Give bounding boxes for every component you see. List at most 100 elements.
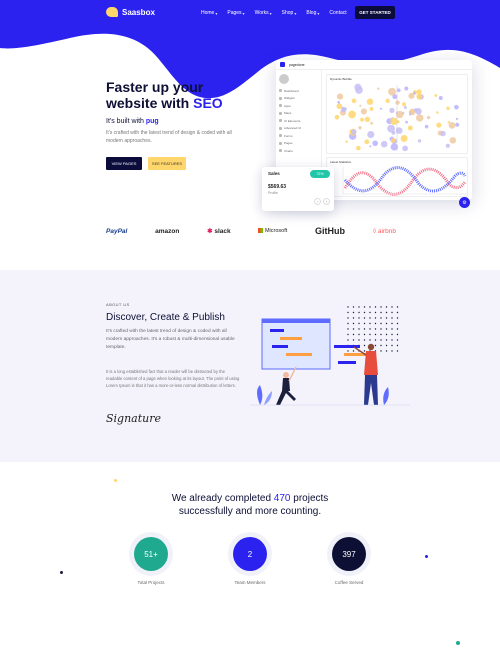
brand-paypal: PayPal xyxy=(106,227,128,235)
brand-amazon: amazon xyxy=(155,227,180,235)
hero-subtitle: It's built with pug xyxy=(106,118,159,125)
menu-icon xyxy=(279,104,282,108)
stats-title-line2: successfully and more counting. xyxy=(178,506,322,517)
brand-label: Microsoft xyxy=(264,228,288,234)
brand-microsoft: Microsoft xyxy=(258,228,287,234)
sidebar-item: Forms xyxy=(279,132,318,140)
hero-title-accent: SEO xyxy=(193,95,223,111)
hero-title: Faster up your website with SEO xyxy=(106,79,256,111)
brand-airbnb: ◊ airbnb xyxy=(373,228,396,235)
stat-circle: 51+ xyxy=(134,537,168,571)
sales-percentage-badge: 72% xyxy=(310,170,330,178)
sidebar-item: Advanced UI xyxy=(279,125,318,133)
menu-label: Pages xyxy=(227,10,242,16)
stat-coffee-served: 397 Coffee Served xyxy=(324,537,374,585)
about-illustration xyxy=(250,306,410,406)
brand-label: slack xyxy=(214,228,231,235)
sidebar-item: UI Elements xyxy=(279,117,318,125)
avatar xyxy=(279,74,289,84)
stat-label: Team Members xyxy=(234,580,266,585)
sidebar-item-label: Advanced UI xyxy=(284,126,302,131)
sidebar-item-label: Pages xyxy=(284,141,293,146)
sales-nav: ‹ › xyxy=(314,198,330,205)
menu-icon xyxy=(279,119,282,123)
sidebar-item-label: Apps xyxy=(284,103,291,108)
chevron-right-icon[interactable]: › xyxy=(323,198,330,205)
sales-card: Sales 72% $569.63 Profile ‹ › xyxy=(262,167,334,211)
chevron-down-icon: ▾ xyxy=(242,10,245,16)
stat-total-projects: 51+ Total Projects xyxy=(126,537,176,585)
brand-logo[interactable]: Saasbox xyxy=(106,7,155,17)
bubble-chart-panel: Dynamic Bubble xyxy=(326,74,468,154)
view-pages-button[interactable]: VIEW PAGES xyxy=(106,157,142,170)
dashboard-brand: pagedone xyxy=(289,62,305,67)
panel-title: Latest Statistics xyxy=(330,160,352,164)
brand-logos-row: PayPal amazon ✱ slack Microsoft GitHub ◊… xyxy=(106,226,396,236)
brand-github: GitHub xyxy=(315,226,346,236)
menu-icon xyxy=(279,96,282,100)
hero-section: Saasbox Home ▾ Pages ▾ Works ▾ Shop ▾ Blog ▾ … xyxy=(0,0,500,270)
sales-value: $569.63 xyxy=(268,184,287,190)
logo-mark-icon xyxy=(106,7,118,17)
menu-item-pages[interactable]: Pages ▾ xyxy=(227,10,244,16)
menu-icon xyxy=(279,126,282,130)
chevron-down-icon: ▾ xyxy=(269,10,272,16)
menu-item-blog[interactable]: Blog ▾ xyxy=(306,10,319,16)
sidebar-item-label: Widgets xyxy=(284,96,295,101)
menu-icon xyxy=(279,149,282,153)
sidebar-item: Dashboard xyxy=(279,87,318,95)
panel-title: Dynamic Bubble xyxy=(330,77,352,81)
decorative-dot xyxy=(425,555,428,558)
decorative-dot xyxy=(456,641,460,645)
airbnb-icon: ◊ xyxy=(372,227,377,235)
dashboard-topbar: pagedone xyxy=(276,60,472,70)
about-title: Discover, Create & Publish xyxy=(106,312,225,323)
landing-page: Saasbox Home ▾ Pages ▾ Works ▾ Shop ▾ Blog ▾ … xyxy=(0,0,500,650)
bubble-chart-graphic xyxy=(334,83,460,152)
brand-name: Saasbox xyxy=(122,7,155,17)
stat-circle: 2 xyxy=(233,537,267,571)
about-description-secondary: It is a long established fact that a rea… xyxy=(106,369,240,388)
slack-icon: ✱ xyxy=(207,228,213,235)
stats-heading: We already completed 470 projects succes… xyxy=(0,492,500,518)
sidebar-item-label: Charts xyxy=(284,148,293,153)
sidebar-item: Apps xyxy=(279,102,318,110)
decorative-dot xyxy=(114,479,117,482)
statistics-panel: Latest Statistics xyxy=(326,157,468,197)
menu-item-shop[interactable]: Shop ▾ xyxy=(282,10,297,16)
hero-description: It's crafted with the latest trend of de… xyxy=(106,130,232,144)
hero-sub-accent: pug xyxy=(145,118,159,125)
sidebar-item-label: UI Elements xyxy=(284,118,301,123)
settings-fab-icon[interactable]: ⚙ xyxy=(459,197,470,208)
menu-label: Works xyxy=(254,10,269,16)
sidebar-item: Charts xyxy=(279,147,318,155)
see-features-button[interactable]: SEE FEATURES xyxy=(148,157,186,170)
chevron-left-icon[interactable]: ‹ xyxy=(314,198,321,205)
stat-label: Coffee Served xyxy=(334,580,364,585)
menu-label: Contact xyxy=(329,10,347,16)
sales-note: Profile xyxy=(268,191,278,195)
sidebar-item: Maps xyxy=(279,110,318,118)
menu-item-works[interactable]: Works ▾ xyxy=(255,10,272,16)
stats-title-prefix: We already completed xyxy=(171,493,274,504)
menu-item-home[interactable]: Home ▾ xyxy=(201,10,217,16)
menu-label: Home xyxy=(201,10,215,16)
menu-icon xyxy=(279,134,282,138)
menu-icon xyxy=(279,111,282,115)
sidebar-item: Pages xyxy=(279,140,318,148)
main-menu: Home ▾ Pages ▾ Works ▾ Shop ▾ Blog ▾ Contact xyxy=(201,10,347,16)
sidebar-item-label: Dashboard xyxy=(284,88,299,93)
chevron-down-icon: ▾ xyxy=(294,10,297,16)
stat-label: Total Projects xyxy=(137,580,165,585)
stats-title-suffix: projects xyxy=(290,493,329,504)
decorative-dot xyxy=(60,571,63,574)
menu-icon xyxy=(279,141,282,145)
menu-icon xyxy=(279,89,282,93)
menu-item-contact[interactable]: Contact xyxy=(329,10,346,16)
get-started-button[interactable]: GET STARTED xyxy=(355,6,395,19)
signature-image: Signature xyxy=(106,412,162,425)
section-label: ABOUT US xyxy=(106,302,130,307)
menu-label: Blog xyxy=(306,10,317,16)
hero-sub-prefix: It's built with xyxy=(106,118,146,125)
hero-title-main: Faster up your website with xyxy=(106,79,204,111)
